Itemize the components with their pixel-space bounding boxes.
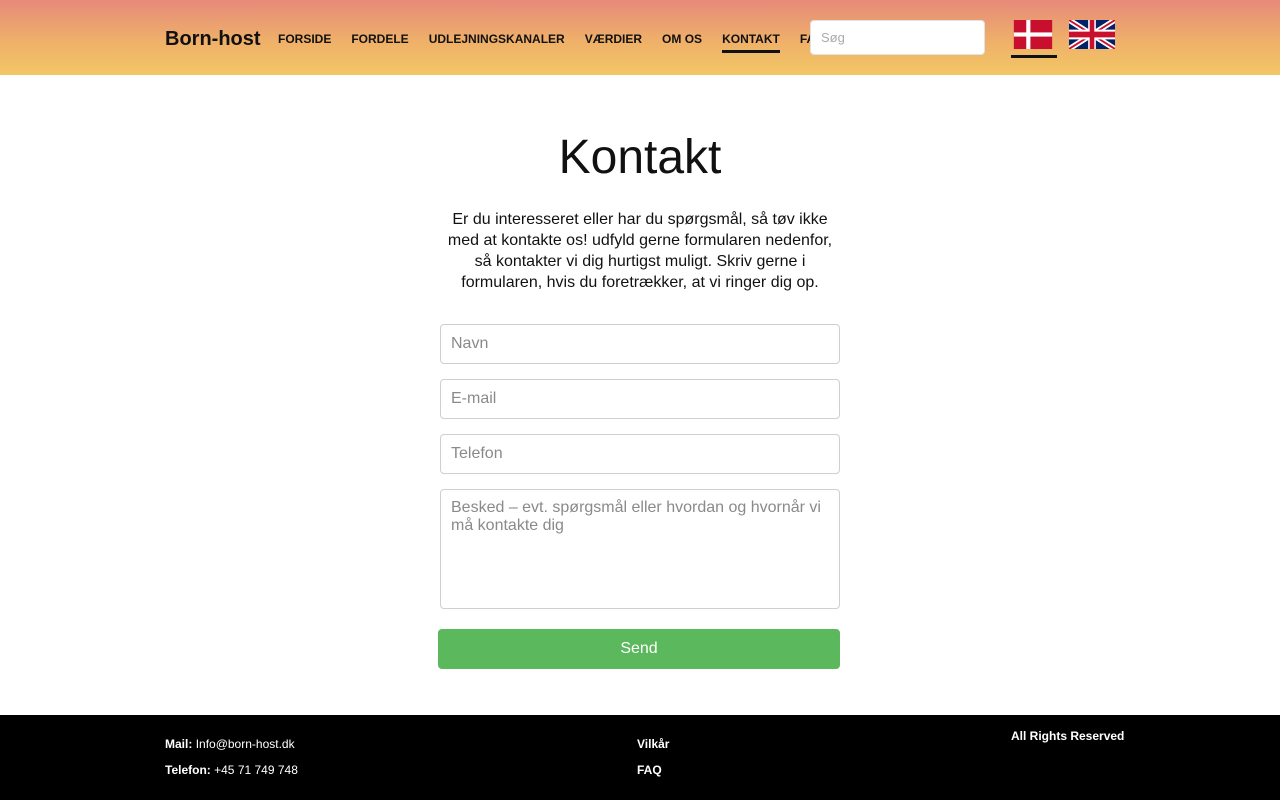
danish-flag-icon[interactable]	[1010, 20, 1056, 49]
footer-phone: Telefon: +45 71 749 748	[165, 762, 298, 778]
uk-flag-icon[interactable]	[1069, 20, 1115, 49]
footer-mail-label: Mail:	[165, 737, 193, 751]
page-title: Kontakt	[558, 131, 722, 184]
footer-mail-link[interactable]: Info@born-host.dk	[196, 737, 295, 751]
nav-item-forside[interactable]: FORSIDE	[278, 31, 331, 53]
nav-item-fordele[interactable]: FORDELE	[351, 31, 408, 53]
main-nav: FORSIDE FORDELE UDLEJNINGSKANALER VÆRDIE…	[278, 31, 845, 53]
footer-phone-label: Telefon:	[165, 763, 211, 777]
footer-mail: Mail: Info@born-host.dk	[165, 736, 295, 752]
footer-faq-link[interactable]: FAQ	[637, 762, 662, 778]
footer-rights: All Rights Reserved	[1011, 729, 1125, 743]
nav-item-vaerdier[interactable]: VÆRDIER	[585, 31, 642, 53]
name-field[interactable]	[440, 324, 840, 364]
send-button[interactable]: Send	[438, 629, 840, 669]
active-language-indicator	[1011, 55, 1057, 58]
nav-item-om-os[interactable]: OM OS	[662, 31, 702, 53]
brand-logo-link[interactable]: Born-host	[165, 27, 261, 51]
search-input[interactable]	[810, 20, 985, 55]
footer-phone-value: +45 71 749 748	[214, 763, 298, 777]
footer-terms-link[interactable]: Vilkår	[637, 736, 669, 752]
site-footer: Mail: Info@born-host.dk Telefon: +45 71 …	[0, 715, 1280, 800]
nav-item-kontakt[interactable]: KONTAKT	[722, 31, 780, 53]
site-header: Born-host FORSIDE FORDELE UDLEJNINGSKANA…	[0, 0, 1280, 75]
nav-item-udlejningskanaler[interactable]: UDLEJNINGSKANALER	[429, 31, 565, 53]
message-field[interactable]	[440, 489, 840, 609]
phone-field[interactable]	[440, 434, 840, 474]
intro-text: Er du interesseret eller har du spørgsmå…	[447, 211, 833, 291]
email-field[interactable]	[440, 379, 840, 419]
